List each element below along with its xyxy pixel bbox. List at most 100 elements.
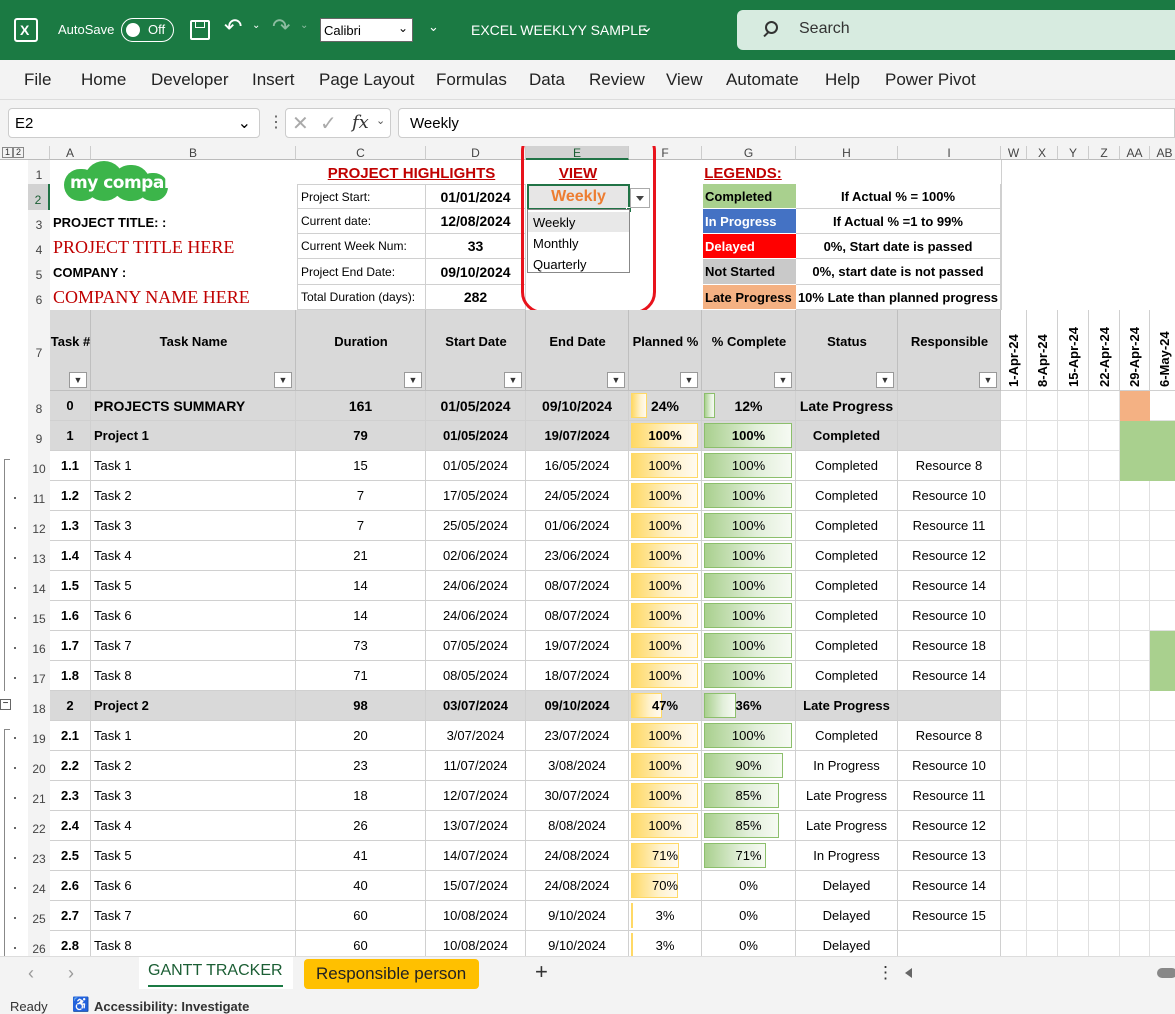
cell-end[interactable]: 18/07/2024 (526, 661, 629, 691)
cell-end[interactable]: 24/05/2024 (526, 481, 629, 511)
filter-dropdown-icon[interactable]: ▼ (979, 372, 997, 388)
cell-end[interactable]: 8/08/2024 (526, 811, 629, 841)
cell-start[interactable]: 01/05/2024 (426, 421, 526, 451)
row-header[interactable]: 4 (28, 235, 50, 260)
cell-complete[interactable]: 100% (702, 571, 796, 601)
cell-duration[interactable]: 7 (296, 481, 426, 511)
filter-dropdown-icon[interactable]: ▼ (876, 372, 894, 388)
cell-planned[interactable]: 100% (629, 811, 702, 841)
cell-complete[interactable]: 0% (702, 871, 796, 901)
gantt-cell[interactable] (1001, 451, 1027, 481)
gantt-cell[interactable] (1089, 631, 1120, 661)
gantt-cell[interactable] (1150, 691, 1175, 721)
cell-end[interactable]: 24/08/2024 (526, 871, 629, 901)
gantt-cell[interactable] (1058, 901, 1089, 931)
cell-resp[interactable]: Resource 10 (898, 481, 1001, 511)
cell-resp[interactable]: Resource 14 (898, 661, 1001, 691)
cell-name[interactable]: Task 1 (91, 451, 296, 481)
tab-help[interactable]: Help (825, 70, 860, 90)
gantt-cell[interactable] (1120, 721, 1150, 751)
cell-id[interactable]: 1.8 (50, 661, 91, 691)
outline-level-2-button[interactable]: 2 (13, 147, 24, 158)
cell-end[interactable]: 19/07/2024 (526, 631, 629, 661)
gantt-cell[interactable] (1089, 571, 1120, 601)
cell-planned[interactable]: 70% (629, 871, 702, 901)
cell-id[interactable]: 2.1 (50, 721, 91, 751)
cell-name[interactable]: Task 4 (91, 811, 296, 841)
gantt-cell[interactable] (1089, 871, 1120, 901)
cell-name[interactable]: PROJECTS SUMMARY (91, 391, 296, 421)
cell-start[interactable]: 24/06/2024 (426, 571, 526, 601)
gantt-cell[interactable] (1120, 511, 1150, 541)
cell-start[interactable]: 02/06/2024 (426, 541, 526, 571)
cell-complete[interactable]: 100% (702, 511, 796, 541)
gantt-cell[interactable] (1089, 781, 1120, 811)
cell-status[interactable]: Completed (796, 481, 898, 511)
add-sheet-icon[interactable]: + (535, 959, 548, 985)
cell-start[interactable]: 24/06/2024 (426, 601, 526, 631)
filter-dropdown-icon[interactable]: ▼ (774, 372, 792, 388)
insert-function-icon[interactable]: fx (352, 112, 369, 133)
title-chevron-icon[interactable]: ⌄ (640, 17, 653, 37)
save-icon[interactable] (190, 20, 210, 40)
cell-planned[interactable]: 100% (629, 631, 702, 661)
cell-name[interactable]: Task 1 (91, 721, 296, 751)
cell-resp[interactable]: Resource 18 (898, 631, 1001, 661)
row-header[interactable]: 22 (28, 811, 50, 841)
gantt-cell[interactable] (1120, 571, 1150, 601)
cell-status[interactable]: Completed (796, 541, 898, 571)
gantt-cell[interactable] (1120, 811, 1150, 841)
gantt-cell[interactable] (1058, 571, 1089, 601)
gantt-cell[interactable] (1001, 841, 1027, 871)
cell-resp[interactable]: Resource 11 (898, 781, 1001, 811)
formula-input[interactable]: Weekly (398, 108, 1175, 138)
gantt-cell[interactable] (1001, 781, 1027, 811)
gantt-cell[interactable] (1001, 751, 1027, 781)
gantt-cell[interactable] (1058, 931, 1089, 956)
row-header[interactable]: 12 (28, 511, 50, 541)
cell-duration[interactable]: 23 (296, 751, 426, 781)
row-header[interactable]: 7 (28, 310, 50, 391)
gantt-cell[interactable] (1120, 751, 1150, 781)
filter-dropdown-icon[interactable]: ▼ (404, 372, 422, 388)
row-header[interactable]: 10 (28, 451, 50, 481)
gantt-cell[interactable] (1058, 691, 1089, 721)
scroll-left-icon[interactable] (905, 968, 912, 978)
cell-complete[interactable]: 71% (702, 841, 796, 871)
gantt-cell[interactable] (1001, 691, 1027, 721)
cell-status[interactable]: Completed (796, 631, 898, 661)
cell-planned[interactable]: 100% (629, 601, 702, 631)
cell-end[interactable]: 9/10/2024 (526, 901, 629, 931)
cell-end[interactable]: 09/10/2024 (526, 391, 629, 421)
gantt-cell[interactable] (1120, 931, 1150, 956)
cell-duration[interactable]: 161 (296, 391, 426, 421)
cell-resp[interactable] (898, 931, 1001, 956)
cell-status[interactable]: Delayed (796, 931, 898, 956)
gantt-cell[interactable] (1089, 931, 1120, 956)
cell-duration[interactable]: 14 (296, 571, 426, 601)
gantt-cell[interactable] (1150, 721, 1175, 751)
cell-id[interactable]: 1.7 (50, 631, 91, 661)
gantt-cell[interactable] (1150, 901, 1175, 931)
gantt-cell[interactable] (1150, 871, 1175, 901)
row-header[interactable]: 23 (28, 841, 50, 871)
filter-dropdown-icon[interactable]: ▼ (69, 372, 87, 388)
cell-status[interactable]: Late Progress (796, 391, 898, 421)
cell-complete[interactable]: 100% (702, 541, 796, 571)
gantt-cell[interactable] (1058, 751, 1089, 781)
cell-duration[interactable]: 18 (296, 781, 426, 811)
gantt-cell[interactable] (1001, 931, 1027, 956)
cell-status[interactable]: Completed (796, 721, 898, 751)
gantt-cell[interactable] (1089, 511, 1120, 541)
cell-resp[interactable]: Resource 13 (898, 841, 1001, 871)
gantt-cell[interactable] (1058, 661, 1089, 691)
gantt-cell[interactable] (1150, 781, 1175, 811)
tab-insert[interactable]: Insert (252, 70, 295, 90)
gantt-cell[interactable] (1001, 391, 1027, 421)
cell-duration[interactable]: 21 (296, 541, 426, 571)
column-header[interactable]: H (796, 146, 898, 160)
gantt-cell[interactable] (1058, 511, 1089, 541)
filter-dropdown-icon[interactable]: ▼ (274, 372, 292, 388)
gantt-cell[interactable] (1027, 901, 1058, 931)
cell-id[interactable]: 2.4 (50, 811, 91, 841)
